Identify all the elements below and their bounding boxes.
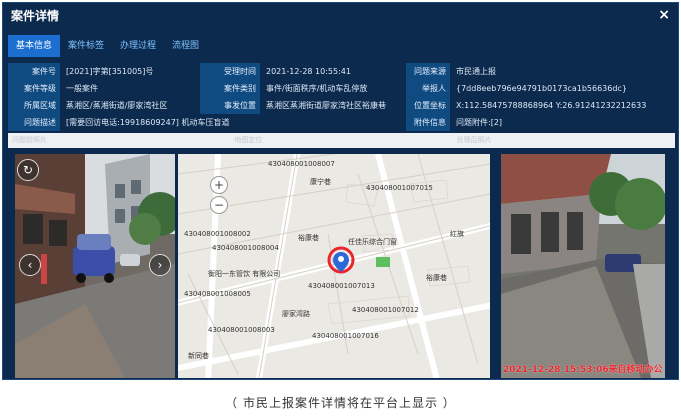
before-photo-heading: 问题前照片 <box>12 136 47 144</box>
level-label: 案件等级 <box>8 80 60 97</box>
title-bar: 案件详情 × <box>3 3 678 27</box>
info-row: 案件号 [2021]字第[351005]号 受理时间 2021-12-28 10… <box>8 63 675 80</box>
info-row: 问题描述 [需要回访电话:19918609247] 机动车压盲道 附件信息 问题… <box>8 114 675 131</box>
map-label: 康宁巷 <box>310 177 331 186</box>
tab-flowchart[interactable]: 流程图 <box>164 35 207 57</box>
map-label: 430408001008004 <box>212 244 279 252</box>
media-area: ↻ ‹ › 430408001008007 康宁巷 43040800100701… <box>8 148 675 378</box>
map-label: 廖家湾路 <box>282 309 310 318</box>
tab-basic-info[interactable]: 基本信息 <box>8 35 61 57</box>
attach-value: 问题附件:[2] <box>456 118 503 127</box>
category-label: 案件类别 <box>200 80 260 97</box>
map-label: 430408001007016 <box>312 332 379 340</box>
info-row: 所属区域 蒸湘区/蒸湘街道/廖家湾社区 事发位置 蒸湘区蒸湘街道廖家湾社区裕康巷… <box>8 97 675 114</box>
info-row: 案件等级 一般案件 案件类别 事件/街面秩序/机动车乱停放 举报人 {7dd8e… <box>8 80 675 97</box>
desc-label: 问题描述 <box>8 114 60 131</box>
map-label: 430408001008005 <box>184 290 251 298</box>
before-photo[interactable]: ↻ ‹ › <box>15 154 175 378</box>
map-label: 430408001007015 <box>366 184 433 192</box>
place-label: 事发位置 <box>200 97 260 114</box>
tab-process[interactable]: 办理过程 <box>112 35 164 57</box>
close-icon[interactable]: × <box>658 7 670 23</box>
map-label: 430408001008003 <box>208 326 275 334</box>
tab-bar: 基本信息 案件标签 办理过程 流程图 <box>8 35 207 57</box>
desc-value: [需要回访电话:19918609247] 机动车压盲道 <box>66 118 230 127</box>
source-label: 问题来源 <box>406 63 450 80</box>
area-value: 蒸湘区/蒸湘街道/廖家湾社区 <box>66 101 168 110</box>
level-value: 一般案件 <box>66 84 98 93</box>
map-label: 红旗 <box>450 229 464 238</box>
coord-label: 位置坐标 <box>406 97 450 114</box>
prev-photo-icon[interactable]: ‹ <box>19 254 41 276</box>
accept-time-value: 2021-12-28 10:55:41 <box>266 67 351 76</box>
photo-timestamp: 2021-12-28 15:53:06来自移动办公 <box>503 365 663 375</box>
section-header: 问题前照片 地图定位 处理后照片 <box>8 133 675 148</box>
map-label: 430408001008002 <box>184 230 251 238</box>
case-detail-window: 案件详情 × 基本信息 案件标签 办理过程 流程图 案件号 [2021]字第[3… <box>2 2 679 380</box>
next-photo-icon[interactable]: › <box>149 254 171 276</box>
reporter-label: 举报人 <box>406 80 450 97</box>
map-label: 任佳乐综合门窗 <box>348 237 397 246</box>
map-label: 裕康巷 <box>298 233 319 242</box>
category-value: 事件/街面秩序/机动车乱停放 <box>266 84 368 93</box>
map-label: 430408001007012 <box>352 306 419 314</box>
map-label: 新同巷 <box>188 351 209 360</box>
map-label: 衡阳一东管饮 有限公司 <box>208 269 280 278</box>
accept-time-label: 受理时间 <box>200 63 260 80</box>
map-view[interactable]: 430408001008007 康宁巷 430408001007015 4304080… <box>178 154 490 378</box>
figure-caption: （ 市民上报案件详情将在平台上显示 ） <box>225 396 456 410</box>
place-value: 蒸湘区蒸湘街道廖家湾社区裕康巷 <box>266 101 386 110</box>
map-heading: 地图定位 <box>234 136 263 144</box>
map-label: 裕康巷 <box>426 273 447 282</box>
coord-value: X:112.58475788868964 Y:26.91241232212633 <box>456 101 647 110</box>
case-no-value: [2021]字第[351005]号 <box>66 67 154 76</box>
tab-case-tags[interactable]: 案件标签 <box>60 35 112 57</box>
map-label: 430408001008007 <box>268 160 335 168</box>
case-info-grid: 案件号 [2021]字第[351005]号 受理时间 2021-12-28 10… <box>8 63 675 131</box>
rotate-icon[interactable]: ↻ <box>17 159 39 181</box>
after-photo-heading: 处理后照片 <box>456 136 492 144</box>
zoom-out-icon[interactable]: − <box>210 196 228 214</box>
reporter-value: {7dd8eeb796e94791b0173ca1b56636dc} <box>456 84 627 93</box>
map-label: 430408001007013 <box>308 282 375 290</box>
area-label: 所属区域 <box>8 97 60 114</box>
street-photo-after <box>501 154 665 378</box>
window-title: 案件详情 <box>11 8 60 23</box>
after-photo[interactable]: 2021-12-28 15:53:06来自移动办公 <box>501 154 665 378</box>
zoom-in-icon[interactable]: + <box>210 176 228 194</box>
case-no-label: 案件号 <box>8 63 60 80</box>
source-value: 市民通上报 <box>456 67 496 76</box>
attach-label: 附件信息 <box>406 114 450 131</box>
